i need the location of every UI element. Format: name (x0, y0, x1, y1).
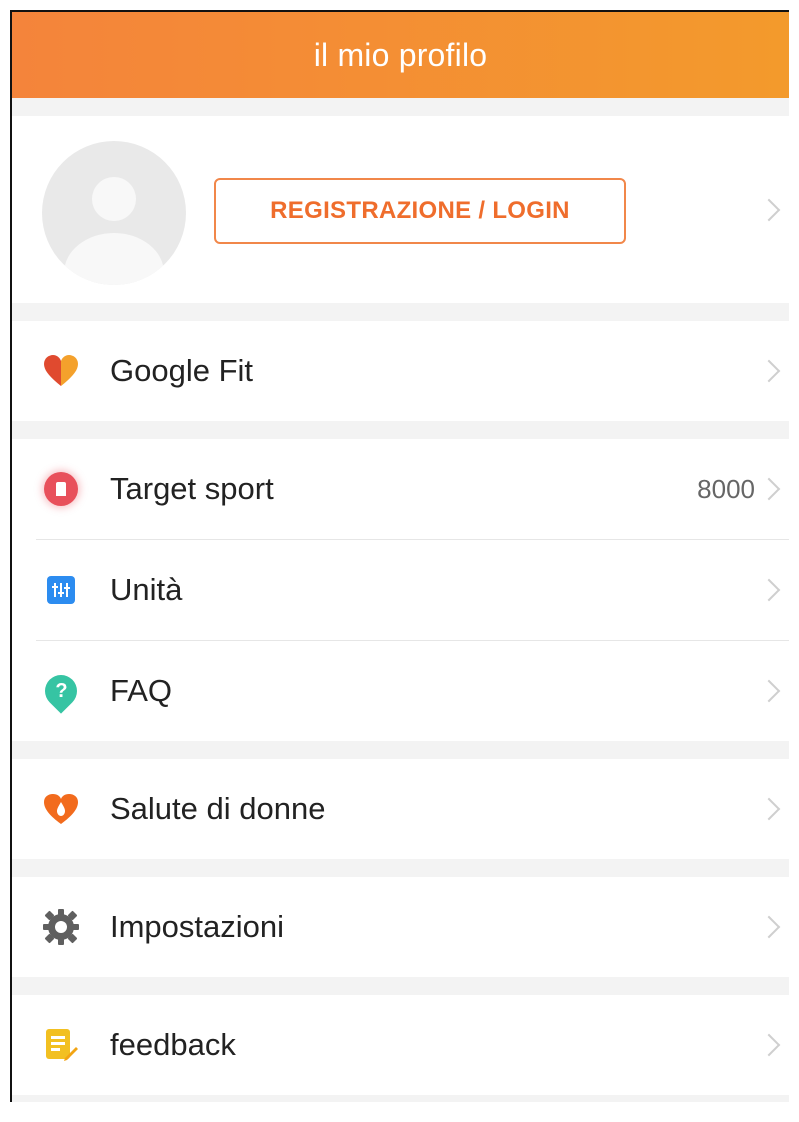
target-value: 8000 (697, 473, 755, 504)
chevron-right-icon (757, 477, 781, 501)
drop-heart-icon (42, 790, 80, 828)
gear-icon (42, 908, 80, 946)
section-gap (12, 859, 789, 877)
section-gap (12, 421, 789, 439)
target-icon (42, 470, 80, 508)
section-gap (12, 1095, 789, 1102)
menu-label: Impostazioni (110, 909, 285, 944)
chevron-right-icon (757, 578, 781, 602)
chevron-right-icon (757, 359, 781, 383)
top-bar: il mio profilo (12, 12, 789, 98)
chevron-right-icon (757, 797, 781, 821)
menu-item-women-health[interactable]: Salute di donne (12, 759, 789, 859)
menu-item-target-sport[interactable]: Target sport 8000 (12, 439, 789, 539)
chevron-right-icon (757, 679, 781, 703)
menu-item-units[interactable]: Unità (12, 540, 789, 640)
chevron-right-icon (757, 198, 781, 221)
note-icon (42, 1026, 80, 1064)
menu-item-settings[interactable]: Impostazioni (12, 877, 789, 977)
menu-label: Unità (110, 572, 183, 607)
page-title: il mio profilo (313, 36, 488, 73)
menu-item-faq[interactable]: ? FAQ (12, 641, 789, 741)
menu-label: Salute di donne (110, 791, 326, 826)
section-gap (12, 98, 789, 116)
menu-item-feedback[interactable]: feedback (12, 995, 789, 1095)
profile-card[interactable]: REGISTRAZIONE / LOGIN (12, 116, 789, 303)
login-button[interactable]: REGISTRAZIONE / LOGIN (214, 178, 626, 244)
question-icon: ? (38, 668, 84, 714)
section-gap (12, 741, 789, 759)
section-gap (12, 977, 789, 995)
menu-label: feedback (110, 1027, 236, 1062)
chevron-right-icon (757, 915, 781, 939)
app-screen: il mio profilo REGISTRAZIONE / LOGIN Goo… (10, 10, 789, 1102)
avatar[interactable] (42, 141, 186, 285)
heart-icon (42, 352, 80, 390)
avatar-head (92, 177, 136, 221)
chevron-right-icon (757, 1033, 781, 1057)
section-gap (12, 303, 789, 321)
menu-label: FAQ (110, 673, 173, 708)
menu-item-google-fit[interactable]: Google Fit (12, 321, 789, 421)
menu-label: Google Fit (110, 353, 254, 388)
units-icon (42, 571, 80, 609)
avatar-body (64, 233, 164, 285)
menu-label: Target sport (110, 471, 274, 506)
